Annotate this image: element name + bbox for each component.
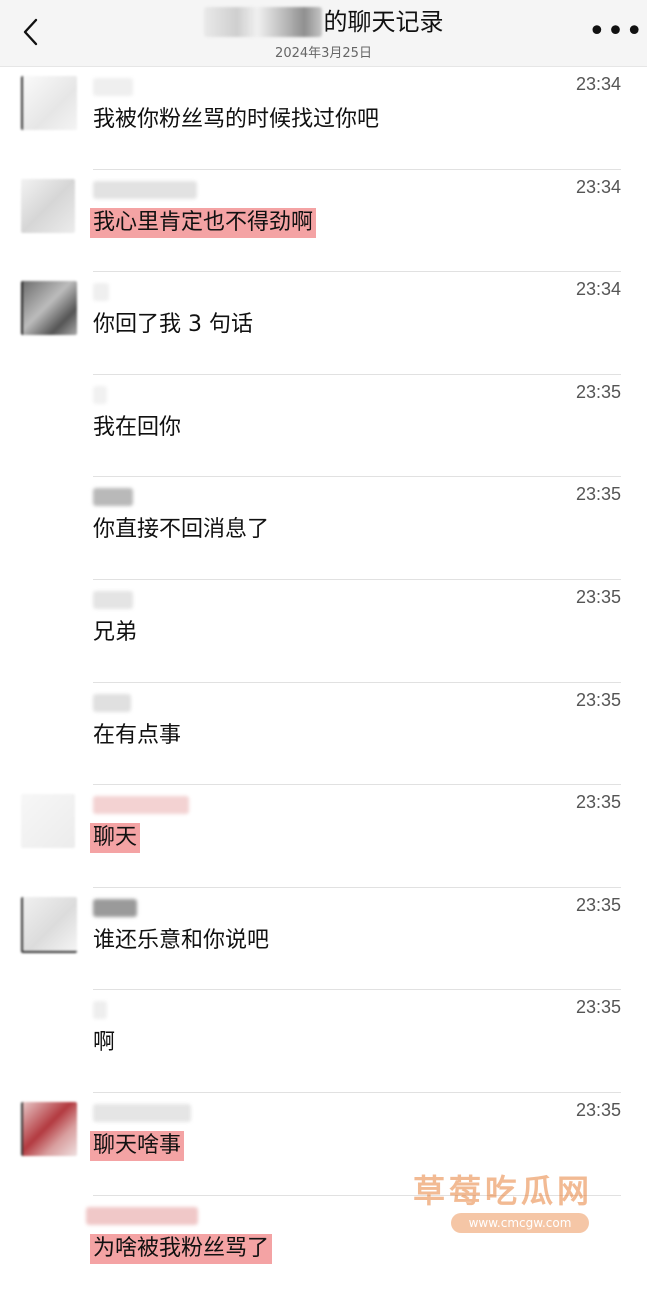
header-title-block: 的聊天记录 2024年3月25日 bbox=[0, 6, 647, 61]
redacted-sender-name bbox=[93, 78, 133, 96]
watermark-url: www.cmcgw.com bbox=[451, 1213, 589, 1233]
redacted-sender-name bbox=[93, 283, 109, 302]
more-icon: ••• bbox=[587, 14, 645, 49]
message-text: 谁还乐意和你说吧 bbox=[93, 927, 270, 953]
message-time: 23:35 bbox=[575, 792, 621, 813]
message-text: 啊 bbox=[93, 1030, 116, 1056]
message-row: 23:34 你回了我 3 句话 bbox=[0, 272, 647, 375]
redacted-sender-name bbox=[93, 590, 133, 609]
message-time: 23:35 bbox=[575, 894, 621, 915]
message-text-highlighted: 聊天啥事 bbox=[90, 1130, 185, 1161]
message-text: 我被你粉丝骂的时候找过你吧 bbox=[93, 107, 380, 132]
message-row: 23:35 聊天 bbox=[0, 785, 647, 888]
watermark: 草莓吃瓜网 www.cmcgw.com bbox=[413, 1166, 613, 1241]
message-row: 23:35 在有点事 bbox=[0, 683, 647, 786]
message-row: 23:34 我被你粉丝骂的时候找过你吧 bbox=[0, 67, 647, 170]
redacted-sender-name bbox=[93, 693, 131, 712]
chat-date: 2024年3月25日 bbox=[275, 46, 372, 61]
more-options-button[interactable]: ••• bbox=[588, 17, 643, 47]
message-time: 23:35 bbox=[575, 1099, 621, 1120]
message-time: 23:34 bbox=[575, 279, 621, 300]
message-time: 23:35 bbox=[575, 381, 621, 402]
avatar[interactable] bbox=[21, 76, 77, 130]
avatar[interactable] bbox=[21, 794, 75, 849]
avatar[interactable] bbox=[21, 178, 75, 233]
message-row: 23:35 啊 bbox=[0, 990, 647, 1093]
redacted-contact-name bbox=[203, 7, 322, 37]
message-row: 23:35 我在回你 bbox=[0, 375, 647, 478]
message-text-highlighted: 为啥被我粉丝骂了 bbox=[90, 1233, 273, 1264]
redacted-sender-name bbox=[93, 1103, 191, 1122]
message-time: 23:34 bbox=[575, 74, 621, 94]
message-row: 23:34 我心里肯定也不得劲啊 bbox=[0, 170, 647, 273]
message-time: 23:35 bbox=[575, 997, 621, 1018]
redacted-sender-name bbox=[93, 488, 133, 507]
message-text-highlighted: 我心里肯定也不得劲啊 bbox=[90, 207, 317, 238]
redacted-sender-name bbox=[93, 385, 107, 404]
message-text: 你回了我 3 句话 bbox=[93, 312, 253, 338]
chat-header: 的聊天记录 2024年3月25日 ••• bbox=[0, 0, 647, 67]
redacted-sender-name bbox=[93, 180, 197, 199]
message-time: 23:35 bbox=[575, 586, 621, 607]
avatar[interactable] bbox=[21, 1101, 77, 1156]
redacted-sender-name bbox=[93, 898, 137, 917]
redacted-sender-name bbox=[93, 1001, 107, 1020]
message-row: 23:35 谁还乐意和你说吧 bbox=[0, 888, 647, 991]
page-title: 的聊天记录 bbox=[323, 8, 444, 36]
message-row: 23:35 你直接不回消息了 bbox=[0, 477, 647, 580]
redacted-sender-name bbox=[86, 1206, 198, 1225]
message-text: 兄弟 bbox=[93, 619, 138, 645]
message-row: 23:35 兄弟 bbox=[0, 580, 647, 683]
message-list: 23:34 我被你粉丝骂的时候找过你吧 23:34 我心里肯定也不得劲啊 23:… bbox=[0, 67, 647, 1298]
message-text: 我在回你 bbox=[93, 414, 182, 440]
message-time: 23:35 bbox=[575, 689, 621, 710]
message-text: 在有点事 bbox=[93, 722, 182, 748]
message-time: 23:35 bbox=[575, 484, 621, 505]
message-time: 23:34 bbox=[575, 176, 621, 197]
watermark-title: 草莓吃瓜网 bbox=[413, 1172, 594, 1210]
redacted-sender-name bbox=[93, 796, 189, 815]
message-text-highlighted: 聊天 bbox=[90, 823, 141, 854]
message-text: 你直接不回消息了 bbox=[93, 517, 270, 543]
avatar[interactable] bbox=[21, 281, 77, 336]
avatar[interactable] bbox=[21, 896, 77, 953]
